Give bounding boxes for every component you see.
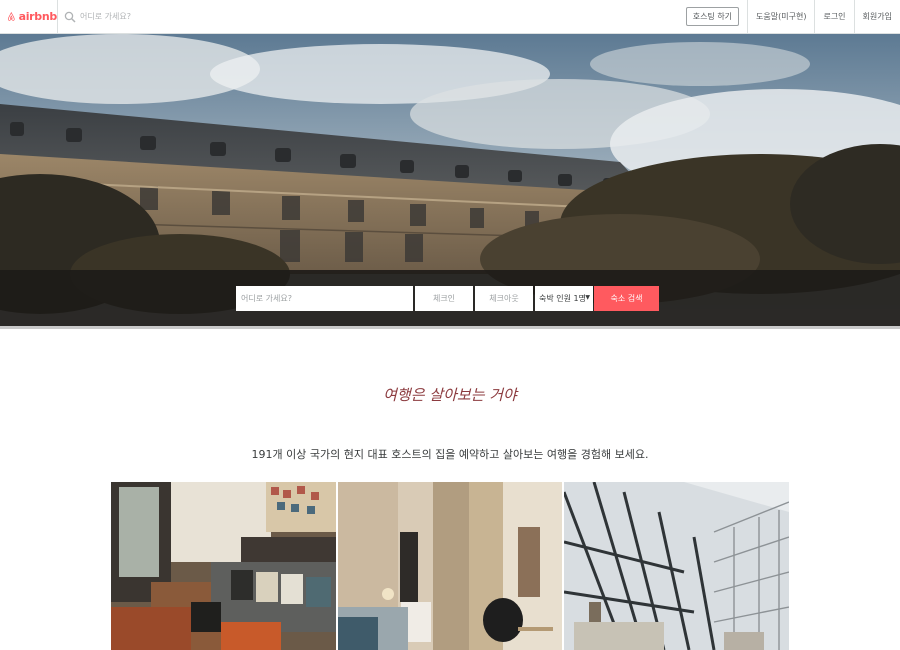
header-actions: 호스팅 하기 도움말(미구현) 로그인 회원가입 — [685, 0, 900, 34]
gallery-photo-bedroom[interactable] — [337, 482, 563, 650]
nav-signup[interactable]: 회원가입 — [853, 0, 900, 34]
host-button[interactable]: 호스팅 하기 — [685, 7, 740, 26]
top-navbar: airbnb 어디로 가세요? 호스팅 하기 도움말(미구현) 로그인 회원가입 — [0, 0, 900, 34]
search-icon — [64, 11, 76, 23]
hero-divider — [0, 326, 900, 329]
header-search[interactable]: 어디로 가세요? — [58, 0, 358, 34]
gallery-photo-living-room[interactable] — [111, 482, 336, 650]
checkin-input[interactable]: 체크인 — [415, 286, 473, 311]
airbnb-logo[interactable]: airbnb — [0, 0, 58, 34]
destination-input[interactable]: 어디로 가세요? — [236, 286, 413, 311]
chevron-down-icon: ▼ — [585, 294, 590, 301]
gallery-photo-glass-interior[interactable] — [564, 482, 790, 650]
nav-help[interactable]: 도움말(미구현) — [747, 0, 814, 34]
description-text: 191개 이상 국가의 현지 대표 호스트의 집을 예약하고 살아보는 여행을 … — [251, 448, 649, 461]
nav-login[interactable]: 로그인 — [814, 0, 853, 34]
header-search-input[interactable]: 어디로 가세요? — [80, 11, 131, 22]
tagline-heading: 여행은 살아보는 거야 — [383, 386, 517, 404]
logo-text: airbnb — [18, 10, 58, 23]
checkout-input[interactable]: 체크아웃 — [475, 286, 533, 311]
hero-search-bar: 어디로 가세요? 체크인 체크아웃 숙박 인원 1명 ▼ 숙소 검색 — [236, 286, 659, 311]
hero-background-image — [0, 34, 900, 328]
airbnb-belo-icon — [7, 11, 15, 21]
guests-select-value: 숙박 인원 1명 — [539, 294, 586, 303]
photo-gallery — [111, 482, 790, 650]
hero-banner — [0, 34, 900, 328]
guests-select[interactable]: 숙박 인원 1명 ▼ — [535, 286, 593, 311]
search-listings-button[interactable]: 숙소 검색 — [594, 286, 659, 311]
